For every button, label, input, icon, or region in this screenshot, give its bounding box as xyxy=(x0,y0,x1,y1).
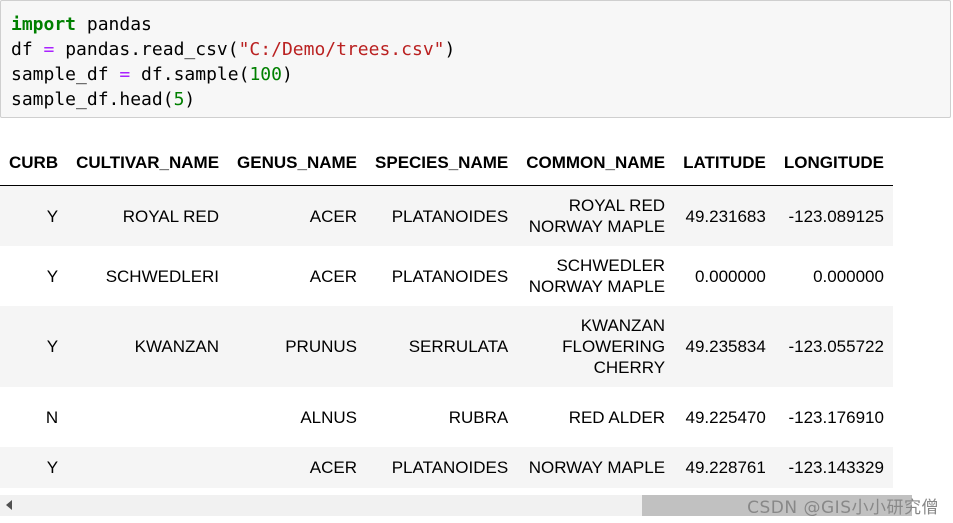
code-token: ) xyxy=(281,64,293,85)
code-token: 5 xyxy=(173,89,185,110)
cell-species-name: PLATANOIDES xyxy=(391,266,509,286)
cell-genus-name: PRUNUS xyxy=(285,337,358,356)
cell-species-name: PLATANOIDES xyxy=(391,206,509,226)
table-row: Y ACER PLATANOIDES NORWAY MAPLE 49.228761 -12… xyxy=(0,447,893,488)
cell-longitude: -123.089125 xyxy=(788,206,884,226)
cell-cultivar-name: SCHWEDLERI xyxy=(105,266,220,286)
code-token: ) xyxy=(184,89,196,110)
cell-cultivar-name: KWANZAN xyxy=(134,337,220,356)
code-token: pandas xyxy=(76,14,152,35)
cell-curb: Y xyxy=(46,458,59,477)
cell-genus-name: ACER xyxy=(309,206,358,226)
cell-genus-name: ALNUS xyxy=(300,407,358,427)
code-token: = xyxy=(43,39,55,60)
column-header-longitude: LONGITUDE xyxy=(774,140,893,186)
cell-longitude: 0.000000 xyxy=(813,266,884,286)
code-token: df.sample( xyxy=(130,64,250,85)
watermark: CSDN @GIS小小研究僧 xyxy=(747,498,939,518)
code-editor[interactable]: import pandas df = pandas.read_csv("C:/De… xyxy=(11,12,455,112)
table-row: N ALNUS RUBRA RED ALDER 49.225470 -123.176910 xyxy=(0,387,893,447)
cell-text-line: NORWAY MAPLE xyxy=(528,277,666,296)
column-header-species-name: SPECIES_NAME xyxy=(366,140,518,186)
cell-longitude: -123.176910 xyxy=(788,407,884,427)
cell-text-line: RED ALDER xyxy=(568,407,666,427)
cell-common-name: ROYAL RED NORWAY MAPLE xyxy=(517,186,674,247)
code-line: import pandas xyxy=(11,12,455,37)
cell-latitude: 49.231683 xyxy=(685,206,766,226)
cell-text-line: SCHWEDLER xyxy=(556,256,666,275)
cell-latitude: 49.225470 xyxy=(685,407,766,427)
code-line: df = pandas.read_csv("C:/Demo/trees.csv"… xyxy=(11,37,455,62)
cell-longitude: -123.143329 xyxy=(788,458,884,477)
column-header-latitude: LATITUDE xyxy=(674,140,775,186)
code-line: sample_df = df.sample(100) xyxy=(11,62,455,87)
cell-genus-name: ACER xyxy=(309,458,358,477)
cell-curb: Y xyxy=(46,266,59,286)
cell-species-name: RUBRA xyxy=(448,407,509,427)
cell-text-line: ROYAL RED xyxy=(568,196,666,215)
cell-curb: Y xyxy=(46,206,59,226)
table-row: Y SCHWEDLERI ACER PLATANOIDES SCHWEDLER NORWA… xyxy=(0,246,893,306)
cell-longitude: -123.055722 xyxy=(788,337,884,356)
code-token: df xyxy=(11,39,44,60)
code-token: "C:/Demo/trees.csv" xyxy=(238,39,445,60)
code-token: = xyxy=(119,64,131,85)
cell-text-line: FLOWERING xyxy=(562,337,666,356)
cell-common-name: NORWAY MAPLE xyxy=(517,447,674,488)
cell-text-line: CHERRY xyxy=(593,358,666,377)
code-token: sample_df xyxy=(11,64,120,85)
cell-common-name: SCHWEDLER NORWAY MAPLE xyxy=(517,246,674,306)
cell-cultivar-name xyxy=(67,387,228,447)
cell-curb: Y xyxy=(46,337,59,356)
cell-common-name: KWANZAN FLOWERING CHERRY xyxy=(517,306,674,387)
cell-genus-name: ACER xyxy=(309,266,358,286)
cell-text-line: NORWAY MAPLE xyxy=(528,217,666,236)
cell-cultivar-name: ROYAL RED xyxy=(122,206,220,226)
cell-latitude: 0.000000 xyxy=(694,266,766,286)
cell-curb: N xyxy=(45,407,59,427)
column-header-cultivar-name: CULTIVAR_NAME xyxy=(67,140,229,186)
code-token: import xyxy=(11,14,77,35)
cell-cultivar-name xyxy=(67,447,228,488)
cell-latitude: 49.235834 xyxy=(685,337,766,356)
table-row: Y ROYAL RED ACER PLATANOIDES ROYAL RED NORWAY… xyxy=(0,185,893,247)
code-cell[interactable]: import pandas df = pandas.read_csv("C:/De… xyxy=(0,0,951,118)
cell-species-name: PLATANOIDES xyxy=(391,458,509,477)
cell-latitude: 49.228761 xyxy=(685,458,766,477)
code-line: sample_df.head(5) xyxy=(11,87,455,112)
dataframe-table: CURB CULTIVAR_NAME GENUS_NAME SPECIES_NA… xyxy=(0,140,893,488)
cell-common-name: RED ALDER xyxy=(517,387,674,447)
code-token: pandas.read_csv( xyxy=(54,39,239,60)
dataframe-output: CURB CULTIVAR_NAME GENUS_NAME SPECIES_NA… xyxy=(0,140,953,492)
cell-species-name: SERRULATA xyxy=(408,337,509,356)
code-token: sample_df.head( xyxy=(11,89,174,110)
scroll-left-arrow-icon[interactable] xyxy=(6,500,12,510)
column-header-common-name: COMMON_NAME xyxy=(517,140,675,186)
table-row: Y KWANZAN PRUNUS SERRULATA KWANZAN FLOWERING C… xyxy=(0,306,893,387)
cell-text-line: KWANZAN xyxy=(580,316,666,335)
table-header-row: CURB CULTIVAR_NAME GENUS_NAME SPECIES_NA… xyxy=(0,140,893,186)
column-header-genus-name: GENUS_NAME xyxy=(228,140,367,186)
code-token: ) xyxy=(444,39,456,60)
code-token: 100 xyxy=(249,64,282,85)
column-header-curb: CURB xyxy=(0,140,68,186)
cell-text-line: NORWAY MAPLE xyxy=(528,458,666,477)
